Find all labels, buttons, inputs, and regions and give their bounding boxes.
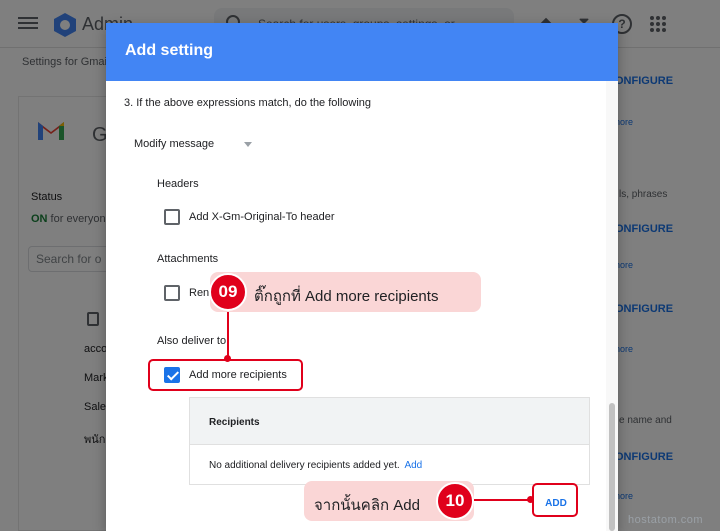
recipients-title: Recipients — [209, 417, 260, 428]
recipients-add-link[interactable]: Add — [404, 460, 422, 471]
recipients-empty-message: No additional delivery recipients added … — [209, 460, 422, 471]
dialog-header: Add setting — [106, 23, 618, 81]
header-option-label: Add X-Gm-Original-To header — [189, 211, 335, 223]
also-deliver-heading: Also deliver to — [157, 335, 227, 347]
dialog-scrollbar-thumb[interactable] — [609, 403, 615, 531]
step-instruction: 3. If the above expressions match, do th… — [124, 97, 372, 109]
step-badge-10: 10 — [436, 482, 474, 520]
action-select[interactable]: Modify message — [128, 131, 258, 157]
highlight-add-recipients — [148, 359, 303, 391]
header-option-checkbox[interactable] — [164, 209, 180, 225]
callout-step-09-text: ติ๊กถูกที่ Add more recipients — [254, 288, 439, 305]
recipients-header: Recipients — [190, 398, 589, 445]
step-badge-09: 09 — [209, 273, 247, 311]
dropdown-caret-icon — [244, 142, 252, 147]
attachments-heading: Attachments — [157, 253, 219, 265]
attachment-option-label: Ren — [189, 287, 210, 299]
attachment-option-checkbox[interactable] — [164, 285, 180, 301]
dialog-title: Add setting — [125, 42, 213, 59]
action-select-value: Modify message — [134, 138, 215, 150]
connector-line-10 — [474, 499, 532, 501]
highlight-add-button — [532, 483, 578, 517]
connector-dot-09 — [224, 355, 231, 362]
headers-heading: Headers — [157, 178, 199, 190]
callout-step-09: ติ๊กถูกที่ Add more recipients — [210, 272, 481, 312]
connector-line-09 — [227, 310, 229, 358]
connector-dot-10 — [527, 496, 534, 503]
recipients-empty-text: No additional delivery recipients added … — [209, 460, 400, 471]
recipients-panel: Recipients No additional delivery recipi… — [189, 397, 590, 485]
watermark: hostatom.com — [628, 514, 704, 526]
callout-step-10-text: จากนั้นคลิก Add — [314, 497, 420, 514]
